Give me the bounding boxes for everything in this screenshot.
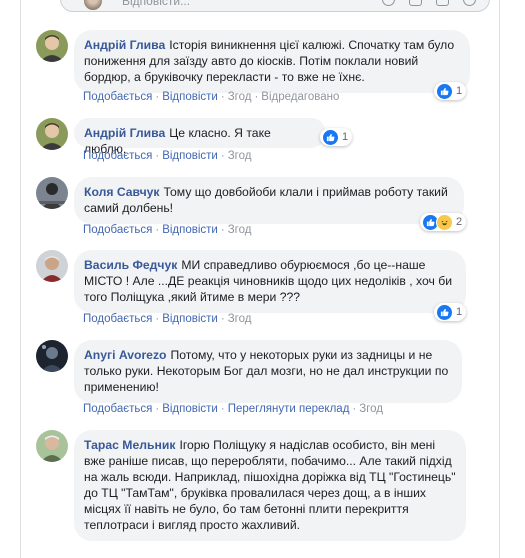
comment-bubble: Андрій Глива Це класно. Я таке люблю. — [74, 118, 326, 156]
reaction-count: 1 — [456, 306, 463, 318]
reaction-summary[interactable]: 1 — [320, 128, 353, 146]
emoji-icon[interactable] — [382, 0, 395, 6]
comment-author[interactable]: Коля Савчук — [84, 185, 160, 199]
like-button[interactable]: Подобається — [83, 313, 152, 325]
avatar[interactable] — [36, 340, 68, 372]
translate-button[interactable]: Переглянути переклад — [228, 403, 350, 415]
reply-button[interactable]: Відповісти — [162, 313, 218, 325]
comment-time[interactable]: Згод — [228, 224, 252, 236]
reaction-summary[interactable]: 1 — [434, 82, 467, 100]
avatar[interactable] — [36, 177, 68, 209]
edited-label[interactable]: Відредаговано — [261, 91, 339, 103]
comment-bubble: Андрій Глива Історія виникнення цієї калю… — [74, 30, 470, 93]
reaction-count: 1 — [342, 131, 349, 143]
like-button[interactable]: Подобається — [83, 150, 152, 162]
avatar[interactable] — [36, 118, 68, 150]
reaction-summary[interactable]: 1 — [434, 303, 467, 321]
comment-actions: Подобається · Відповісти · Згод — [83, 224, 252, 236]
comment-author[interactable]: Тарас Мельник — [84, 438, 175, 452]
reply-button[interactable]: Відповісти — [162, 150, 218, 162]
reaction-count: 1 — [456, 85, 463, 97]
reply-tools — [382, 0, 476, 6]
comment-actions: Подобається · Відповісти · Згод · Відредагован… — [83, 91, 340, 103]
reply-button[interactable]: Відповісти — [162, 91, 218, 103]
comment-bubble: Anyгі Avorezo Потому, что у некоторых рук… — [74, 340, 462, 403]
reply-button[interactable]: Відповісти — [162, 403, 218, 415]
comment-author[interactable]: Василь Федчук — [84, 258, 177, 272]
like-button[interactable]: Подобається — [83, 224, 152, 236]
camera-icon[interactable] — [409, 0, 422, 6]
like-icon — [322, 128, 339, 146]
comment-time[interactable]: Згод — [359, 403, 383, 415]
comment-bubble: Василь Федчук МИ справедливо обурюємося ,… — [74, 250, 466, 313]
haha-icon — [436, 213, 453, 231]
comment-actions: Подобається · Відповісти · Згод — [83, 150, 252, 162]
like-icon — [436, 82, 453, 100]
comment-author[interactable]: Anyгі Avorezo — [84, 348, 167, 362]
comment-author[interactable]: Андрій Глива — [84, 126, 165, 140]
avatar[interactable] — [36, 430, 68, 462]
comment-author[interactable]: Андрій Глива — [84, 38, 165, 52]
like-button[interactable]: Подобається — [83, 403, 152, 415]
comment-bubble: Тарас Мельник Ігорю Поліщуку я надіслав о… — [74, 430, 466, 541]
comment-time[interactable]: Згод — [228, 150, 252, 162]
comment-time[interactable]: Згод — [228, 91, 252, 103]
comment-text: Ігорю Поліщуку я надіслав особисто, він … — [84, 438, 456, 532]
sticker-icon[interactable] — [463, 0, 476, 6]
reaction-summary[interactable]: 2 — [420, 213, 467, 231]
comment-actions: Подобається · Відповісти · Згод — [83, 313, 252, 325]
comment-actions: Подобається · Відповісти · Переглянути перек… — [83, 403, 384, 415]
gif-icon[interactable] — [436, 0, 449, 6]
like-button[interactable]: Подобається — [83, 91, 152, 103]
avatar[interactable] — [36, 30, 68, 62]
comment-bubble: Коля Савчук Тому що довбойоби клали і при… — [74, 177, 464, 224]
avatar[interactable] — [36, 250, 68, 282]
reply-placeholder: Відповісти... — [122, 0, 191, 8]
like-icon — [436, 303, 453, 321]
comment-time[interactable]: Згод — [228, 313, 252, 325]
reaction-count: 2 — [456, 216, 463, 228]
reply-button[interactable]: Відповісти — [162, 224, 218, 236]
